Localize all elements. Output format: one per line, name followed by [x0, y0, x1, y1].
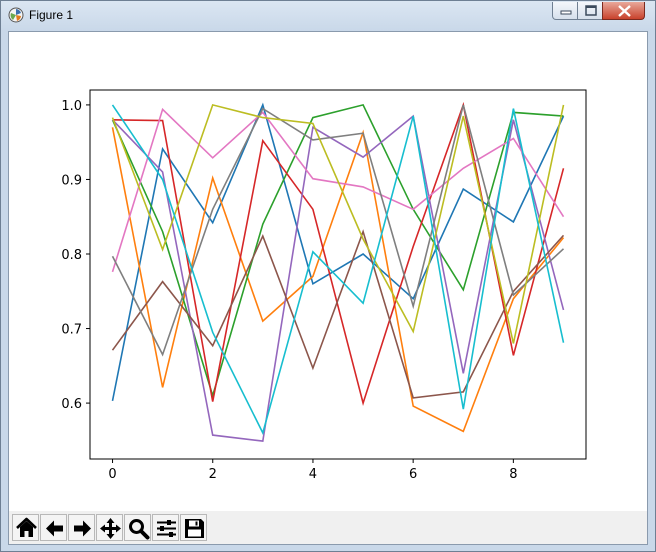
close-icon — [618, 5, 631, 17]
configure-subplots-icon — [157, 520, 176, 537]
figure-window: Figure 1 0 2 4 6 8 0.6 0.7 0.8 0.9 1.0 — [0, 0, 656, 552]
figure-canvas-area: 0 2 4 6 8 0.6 0.7 0.8 0.9 1.0 — [8, 31, 648, 545]
maximize-icon — [585, 5, 597, 16]
save-floppy-icon — [185, 519, 204, 538]
y-tick-label-2: 0.8 — [61, 248, 82, 263]
minimize-icon — [560, 10, 572, 15]
minimize-button[interactable] — [552, 2, 578, 20]
save-button[interactable] — [180, 514, 207, 541]
close-button[interactable] — [602, 2, 645, 20]
navigation-toolbar — [9, 511, 647, 544]
x-tick-label-2: 2 — [209, 467, 217, 482]
zoom-button[interactable] — [124, 514, 151, 541]
back-arrow-icon — [46, 520, 63, 537]
y-tick-label-4: 1.0 — [61, 99, 82, 114]
series-line-7 — [111, 107, 565, 273]
x-tick-label-6: 6 — [409, 467, 417, 482]
matplotlib-app-icon — [8, 7, 24, 23]
line-plot[interactable]: 0 2 4 6 8 0.6 0.7 0.8 0.9 1.0 — [9, 32, 647, 511]
forward-arrow-icon — [74, 520, 91, 537]
zoom-magnifier-icon — [129, 519, 150, 540]
y-tick-label-1: 0.7 — [61, 323, 82, 338]
configure-subplots-button[interactable] — [152, 514, 179, 541]
title-bar[interactable]: Figure 1 — [1, 1, 655, 31]
forward-button[interactable] — [68, 514, 95, 541]
maximize-button[interactable] — [577, 2, 603, 20]
pan-move-icon — [100, 518, 121, 539]
y-tick-label-0: 0.6 — [61, 397, 82, 412]
axes-frame — [89, 89, 587, 460]
x-tick-label-0: 0 — [108, 467, 116, 482]
x-tick-label-4: 4 — [309, 467, 317, 482]
window-title: Figure 1 — [29, 8, 74, 22]
back-button[interactable] — [40, 514, 67, 541]
x-tick-label-8: 8 — [509, 467, 517, 482]
home-button[interactable] — [12, 514, 39, 541]
y-tick-label-3: 0.9 — [61, 173, 82, 188]
home-icon — [16, 517, 37, 537]
pan-button[interactable] — [96, 514, 123, 541]
